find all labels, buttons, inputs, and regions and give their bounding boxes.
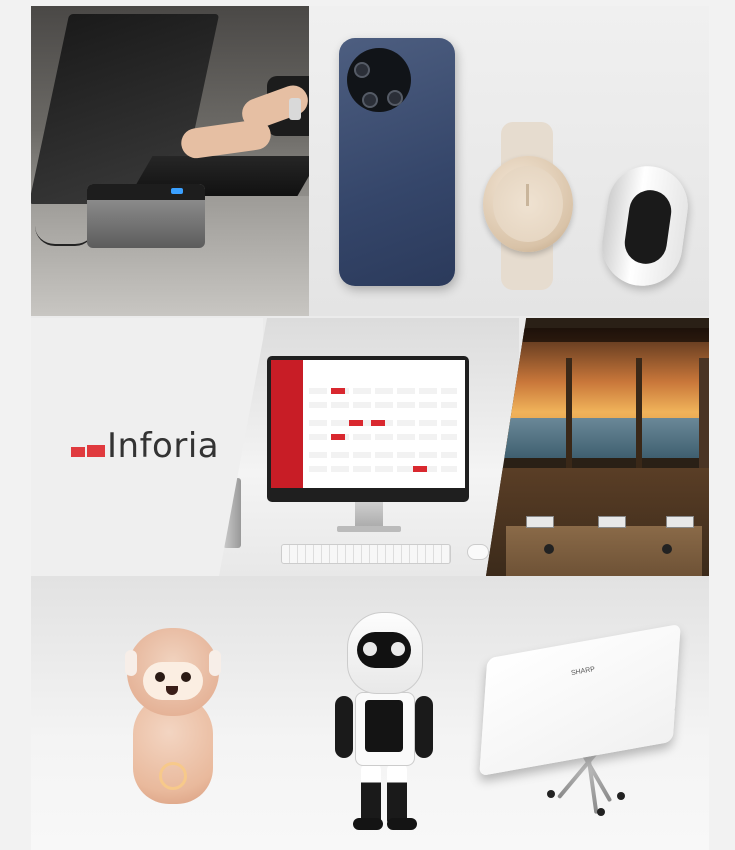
inforia-logo-mark (71, 445, 105, 457)
tripod-foot (547, 790, 555, 798)
wrist-watch (289, 98, 301, 120)
robohon-leg (387, 764, 407, 826)
speaker (666, 516, 694, 528)
robohon-foot (387, 818, 417, 830)
tv-cabinet (506, 526, 702, 576)
camera-lens (387, 90, 403, 106)
terminal-indicator-light (171, 188, 183, 194)
sloth-robot-button (159, 762, 187, 790)
window-post (566, 358, 572, 468)
schedule-row (309, 452, 457, 458)
speaker (526, 516, 554, 528)
sloth-robot-ear (125, 650, 137, 676)
schedule-cell-highlight (331, 388, 345, 394)
robohon-leg (361, 764, 381, 826)
tv-menu-bar (486, 328, 709, 342)
sloth-robot-eye (181, 672, 191, 682)
inforia-logo-text: Inforia (107, 426, 220, 466)
wearables-photo (309, 6, 709, 316)
device-top (479, 623, 681, 777)
window-post (636, 358, 642, 468)
desktop-monitor-photo (219, 318, 519, 576)
tripod-foot (597, 808, 605, 816)
robohon-arm (335, 696, 353, 758)
speaker (598, 516, 626, 528)
cabinet-knob (544, 544, 554, 554)
cabinet-knob (662, 544, 672, 554)
sloth-robot-ear (209, 650, 221, 676)
mouse (467, 544, 489, 560)
schedule-cell-highlight (371, 420, 385, 426)
tripod-foot (617, 792, 625, 800)
camera-lens (354, 62, 370, 78)
schedule-cell-highlight (413, 466, 427, 472)
schedule-row (309, 402, 457, 408)
camera-lens (362, 92, 378, 108)
monitor-stand (355, 502, 383, 528)
robohon-eye (391, 642, 405, 656)
schedule-cell-highlight (349, 420, 363, 426)
card-terminal-top (87, 184, 205, 200)
keyboard (281, 544, 451, 564)
tv-resort-photo (486, 318, 709, 576)
robohon-arm (415, 696, 433, 758)
robots-photo: SHARP (31, 576, 709, 850)
monitor-stand-base (337, 526, 401, 532)
smartwatch-hand (526, 184, 529, 206)
logo-block-small (71, 447, 85, 457)
schedule-row (309, 466, 457, 472)
sloth-robot-eye (155, 672, 165, 682)
window-frame (486, 358, 709, 468)
logo-block-large (87, 445, 105, 457)
laptop-terminal-photo (31, 6, 309, 316)
schedule-cell-highlight (331, 434, 345, 440)
product-collage: Inforia SHARP (31, 6, 709, 850)
robohon-screen (365, 700, 403, 752)
robohon-eye (363, 642, 377, 656)
robohon-foot (353, 818, 383, 830)
app-sidebar (271, 360, 303, 488)
